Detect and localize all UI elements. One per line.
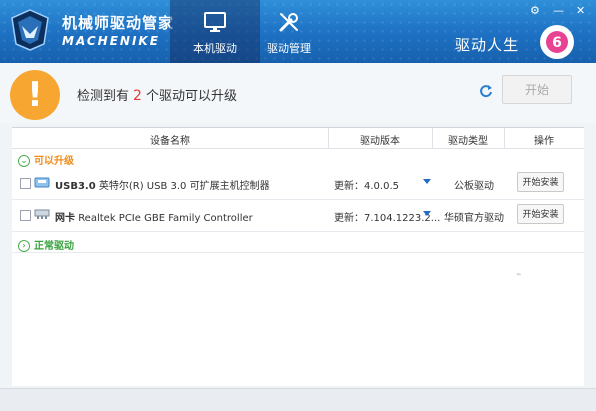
tab-driver-management[interactable]: 驱动管理 bbox=[244, 0, 334, 63]
header-device-name: 设备名称 bbox=[150, 136, 190, 147]
table-header: 设备名称 驱动版本 驱动类型 操作 bbox=[12, 128, 584, 149]
usb-icon bbox=[34, 177, 50, 188]
start-button[interactable]: 开始 bbox=[502, 75, 572, 104]
app-title: 机械师驱动管家 bbox=[62, 14, 175, 32]
driver-type: 公板驱动 bbox=[454, 181, 494, 192]
detect-status: 检测到有 2 个驱动可以升级 bbox=[77, 85, 237, 104]
app-brand: MACHENIKE bbox=[62, 34, 160, 48]
close-button[interactable]: ✕ bbox=[576, 4, 585, 17]
detect-prefix: 检测到有 bbox=[77, 89, 130, 104]
network-card-icon bbox=[34, 209, 50, 219]
refresh-icon[interactable] bbox=[479, 84, 493, 98]
warning-icon: ! bbox=[10, 70, 60, 120]
footer-bar bbox=[0, 388, 596, 411]
version-dropdown-icon[interactable] bbox=[423, 179, 431, 184]
monitor-icon bbox=[204, 12, 226, 32]
scroll-indicator-icon: ⌁ bbox=[516, 270, 522, 280]
table-row: USB3.0 英特尔(R) USB 3.0 可扩展主机控制器 更新：4.0.0.… bbox=[12, 168, 584, 200]
settings-icon[interactable]: ⚙ bbox=[530, 4, 540, 17]
header-driver-type: 驱动类型 bbox=[448, 136, 488, 147]
gear-badge-icon: 6 bbox=[540, 25, 574, 59]
group-upgradable[interactable]: ⌄ 可以升级 bbox=[18, 152, 74, 167]
tab-label: 驱动管理 bbox=[267, 42, 311, 55]
driver-type: 华硕官方驱动 bbox=[444, 213, 504, 224]
version-dropdown-icon[interactable] bbox=[423, 211, 431, 216]
badge-number: 6 bbox=[552, 35, 562, 51]
table-row: 网卡 Realtek PCIe GBE Family Controller 更新… bbox=[12, 200, 584, 232]
divider bbox=[12, 252, 584, 253]
driver-version: 更新：4.0.0.5 bbox=[334, 181, 399, 192]
device-name: USB3.0 英特尔(R) USB 3.0 可扩展主机控制器 bbox=[55, 181, 270, 192]
minimize-button[interactable]: — bbox=[553, 4, 564, 17]
detect-suffix: 个驱动可以升级 bbox=[145, 89, 237, 104]
group-label: 可以升级 bbox=[34, 156, 74, 167]
group-normal[interactable]: › 正常驱动 bbox=[18, 237, 74, 252]
install-button[interactable]: 开始安装 bbox=[517, 204, 564, 224]
header-bar: 机械师驱动管家 MACHENIKE 本机驱动 驱动管理 驱动人生 6 ⚙ — ✕ bbox=[0, 0, 596, 63]
tools-icon bbox=[279, 13, 298, 32]
header-driver-version: 驱动版本 bbox=[360, 136, 400, 147]
driver-table: 设备名称 驱动版本 驱动类型 操作 ⌄ 可以升级 USB3.0 英特尔(R) US… bbox=[12, 127, 584, 386]
device-name: 网卡 Realtek PCIe GBE Family Controller bbox=[55, 213, 253, 224]
header-action: 操作 bbox=[534, 136, 554, 147]
upgrade-count: 2 bbox=[133, 88, 142, 104]
chevron-down-icon: ⌄ bbox=[18, 155, 30, 167]
chevron-right-icon: › bbox=[18, 240, 30, 252]
group-label: 正常驱动 bbox=[34, 241, 74, 252]
row-checkbox[interactable] bbox=[20, 210, 31, 221]
machenike-logo-icon bbox=[11, 9, 49, 51]
slogan-text: 驱动人生 bbox=[455, 36, 520, 54]
row-checkbox[interactable] bbox=[20, 178, 31, 189]
install-button[interactable]: 开始安装 bbox=[517, 172, 564, 192]
